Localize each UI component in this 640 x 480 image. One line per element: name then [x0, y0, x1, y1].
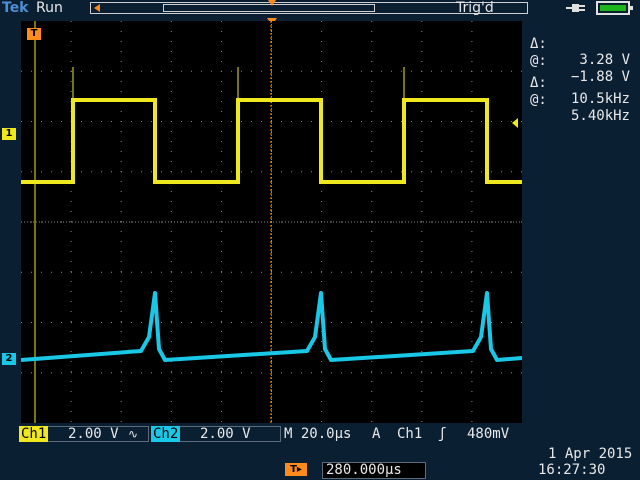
ch2-scale: 2.00 V: [200, 426, 251, 442]
freq-at-value: 5.40kHz: [570, 108, 630, 124]
ch2-ground-marker[interactable]: 2: [2, 353, 16, 365]
horizontal-position-icon: T▸: [285, 463, 307, 476]
freq-at-label: @:: [530, 92, 547, 108]
battery-level: [600, 5, 626, 11]
horizontal-position-value[interactable]: 280.000µs: [322, 462, 426, 479]
run-state[interactable]: Run: [36, 0, 63, 16]
trigger-point-icon: [268, 0, 276, 6]
trigger-status: Trig'd: [456, 0, 494, 16]
battery-icon: [596, 1, 633, 15]
ch1-tag[interactable]: Ch1: [19, 426, 49, 442]
battery-nub: [630, 6, 633, 10]
freq-at-readout: @: 5.40kHz: [530, 76, 630, 124]
time-display: 16:27:30: [538, 462, 606, 478]
trigger-source[interactable]: Ch1: [397, 426, 422, 442]
brand-logo: Tek: [2, 0, 29, 16]
ch1-scale: 2.00 V: [68, 426, 119, 442]
trigger-mode: A: [372, 426, 381, 442]
trigger-level-readout[interactable]: 480mV: [467, 426, 509, 442]
bandwidth-limit-icon: ∿: [128, 427, 139, 441]
trigger-level-marker[interactable]: [512, 118, 518, 128]
timebase-readout[interactable]: M 20.0µs: [284, 426, 351, 442]
ch1-ground-marker[interactable]: 1: [2, 128, 16, 140]
date-display: 1 Apr 2015: [548, 446, 633, 462]
waveform-display: [21, 21, 522, 423]
trigger-time-marker[interactable]: T: [27, 28, 41, 40]
left-arrow-icon: [94, 4, 100, 12]
top-status-bar: Tek Run Trig'd: [0, 0, 640, 18]
waveform-graticule: [21, 21, 522, 423]
plug-icon: [566, 4, 585, 12]
ch2-tag[interactable]: Ch2: [151, 426, 181, 442]
trigger-edge-icon: ʃ: [438, 426, 447, 442]
